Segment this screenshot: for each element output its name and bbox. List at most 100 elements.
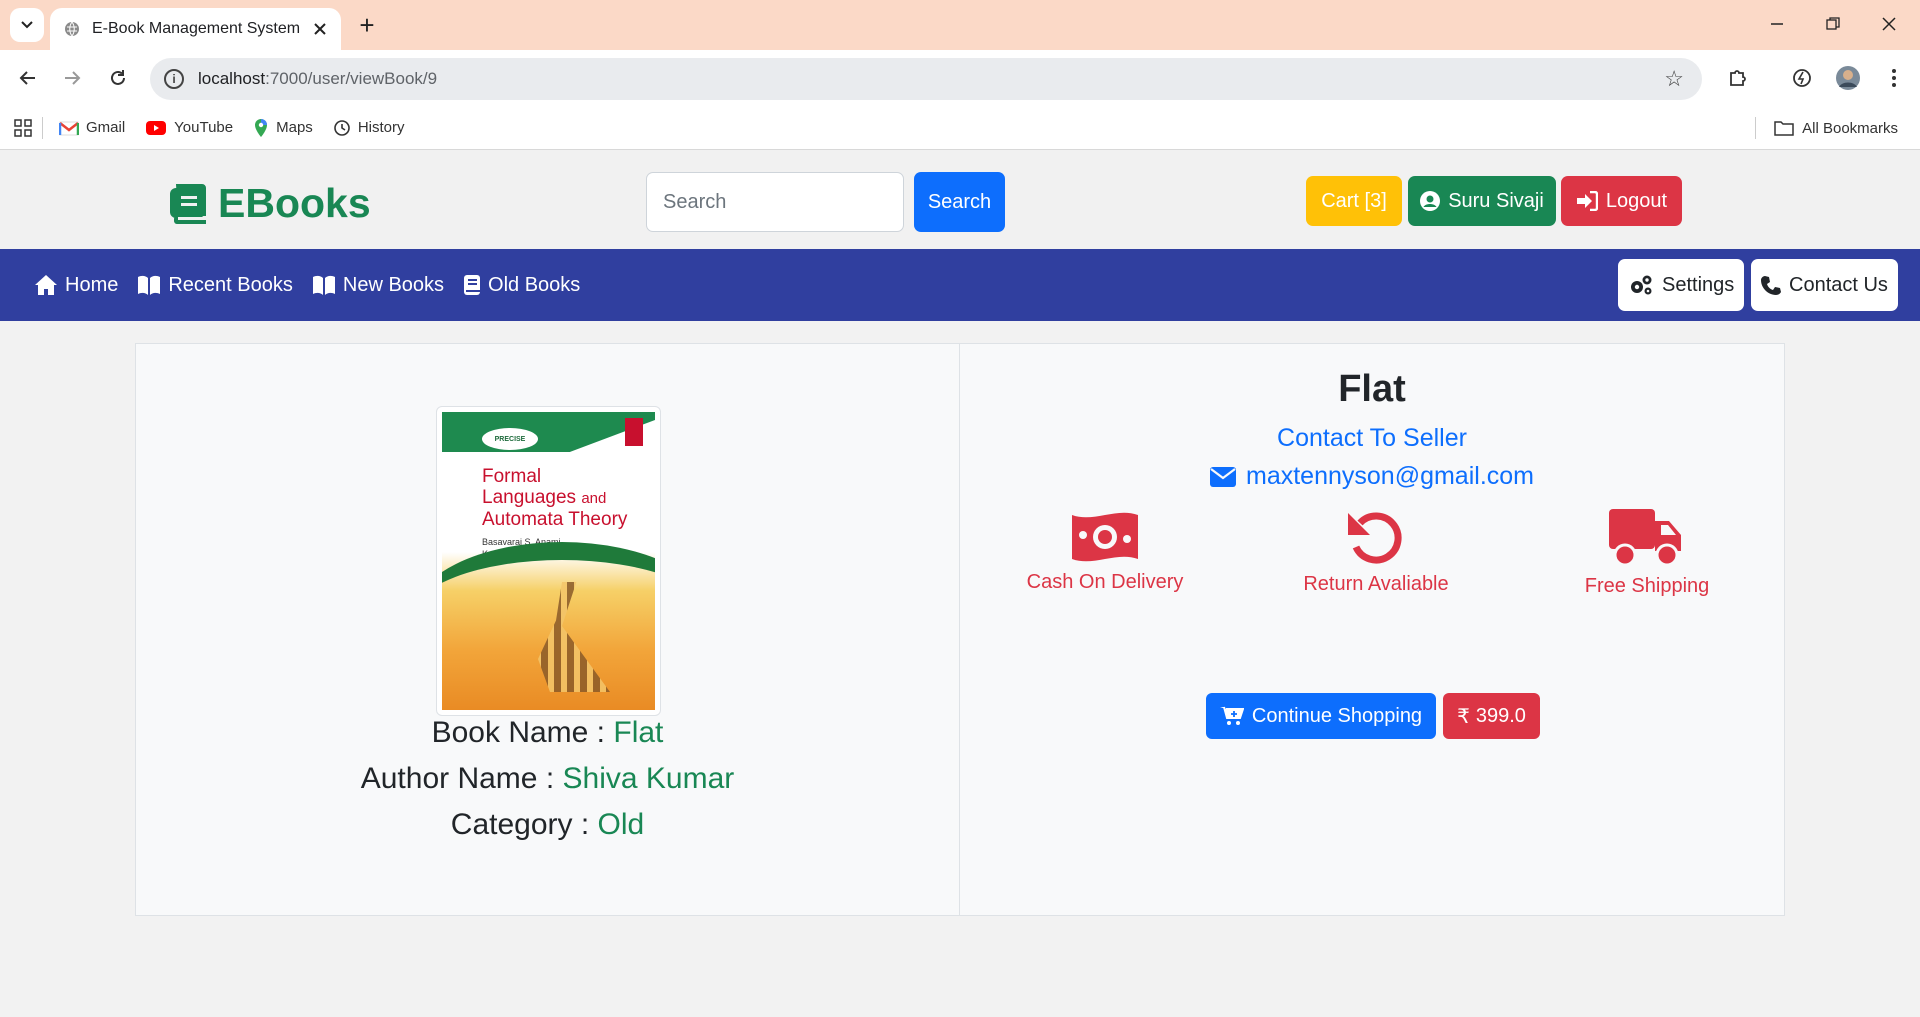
category-line: Category : Old [450, 808, 645, 841]
logout-button[interactable]: Logout [1561, 176, 1682, 226]
wiley-badge [625, 418, 643, 446]
search-input[interactable] [646, 172, 904, 232]
book-name-value: Flat [613, 716, 664, 749]
bookmark-gmail[interactable]: Gmail [59, 119, 125, 136]
cart-plus-icon [1219, 706, 1244, 725]
gmail-icon [59, 121, 79, 135]
site-logo[interactable]: EBooks [170, 180, 371, 227]
cover-art: PRECISE Formal Languages and Automata Theo… [442, 412, 655, 710]
extensions-button[interactable] [1724, 64, 1752, 92]
bookmark-star-icon[interactable]: ☆ [1664, 66, 1684, 92]
tab-title: E-Book Management System [92, 20, 301, 37]
avatar-icon [1836, 66, 1860, 90]
folder-icon [1774, 121, 1794, 136]
omnibox[interactable]: i localhost:7000/user/viewBook/9 ☆ [150, 58, 1702, 100]
history-icon [334, 119, 350, 136]
author-name-line: Author Name : Shiva Kumar [360, 762, 735, 795]
contact-us-button[interactable]: Contact Us [1751, 259, 1898, 311]
settings-button[interactable]: Settings [1618, 259, 1745, 311]
cover-band [442, 412, 655, 452]
feature-cash-on-delivery: Cash On Delivery [995, 509, 1215, 594]
globe-icon [65, 21, 79, 37]
speed-icon [1793, 69, 1811, 87]
maps-icon [255, 118, 268, 137]
book-info-panel: PRECISE Formal Languages and Automata Theo… [136, 344, 960, 915]
restore-button[interactable] [1806, 0, 1860, 48]
back-button[interactable] [14, 64, 42, 92]
feature-free-shipping: Free Shipping [1537, 509, 1757, 598]
puzzle-icon [1730, 70, 1746, 86]
author-name-value: Shiva Kumar [562, 762, 735, 795]
money-icon [1072, 512, 1138, 562]
undo-icon [1348, 512, 1402, 564]
bookmark-youtube[interactable]: YouTube [145, 119, 233, 136]
user-profile-button[interactable]: Suru Sivaji [1408, 176, 1556, 226]
site-header: EBooks Search Cart [3] Suru Sivaji Logou… [0, 150, 1920, 249]
apps-grid-icon[interactable] [14, 118, 32, 137]
sign-in-icon [1576, 191, 1598, 211]
divider [1755, 117, 1757, 139]
detail-title: Flat [1338, 368, 1406, 410]
phone-icon [1761, 276, 1781, 295]
more-vertical-icon [1892, 69, 1896, 87]
envelope-icon [1210, 466, 1236, 487]
publisher-logo: PRECISE [482, 428, 538, 450]
nav-recent-books[interactable]: Recent Books [137, 274, 293, 297]
logo-text: EBooks [218, 180, 371, 226]
url-text[interactable]: localhost:7000/user/viewBook/9 [198, 69, 437, 89]
tab-search-button[interactable] [10, 8, 44, 42]
restore-icon [1826, 17, 1840, 30]
bookmarks-bar: Gmail YouTube Maps History All Bookmarks [0, 106, 1920, 150]
reload-icon [111, 70, 125, 85]
book-cover-image: PRECISE Formal Languages and Automata Theo… [436, 406, 661, 716]
bookmark-history[interactable]: History [333, 119, 404, 137]
site-info-icon[interactable]: i [164, 69, 184, 89]
home-icon [35, 275, 57, 295]
book-open-icon [312, 275, 335, 295]
nav-new-books[interactable]: New Books [312, 274, 444, 297]
continue-shopping-button[interactable]: Continue Shopping [1206, 693, 1436, 739]
close-window-button[interactable] [1862, 0, 1916, 48]
minimize-icon [1771, 23, 1783, 25]
seller-panel: Flat Contact To Seller maxtennyson@gmail… [960, 344, 1784, 915]
profile-avatar[interactable] [1834, 64, 1862, 92]
new-tab-button[interactable]: + [354, 10, 380, 40]
arrow-left-icon [19, 71, 35, 85]
all-bookmarks-button[interactable]: All Bookmarks [1755, 106, 1898, 150]
close-icon [1882, 17, 1896, 31]
address-bar-row: i localhost:7000/user/viewBook/9 ☆ [0, 50, 1920, 106]
minimize-button[interactable] [1750, 0, 1804, 48]
bookmark-maps[interactable]: Maps [253, 118, 313, 138]
bookmarks-divider [42, 116, 43, 139]
browser-tab[interactable]: E-Book Management System [50, 8, 341, 50]
book-detail-card: PRECISE Formal Languages and Automata Theo… [135, 343, 1785, 916]
search-button[interactable]: Search [914, 172, 1005, 232]
rupee-icon: ₹ [1457, 705, 1470, 728]
price-button[interactable]: ₹ 399.0 [1443, 693, 1540, 739]
book-open-icon [138, 275, 161, 295]
book-logo-icon [170, 183, 206, 224]
arrow-right-icon [65, 71, 81, 85]
reload-button[interactable] [104, 64, 132, 92]
feature-return-available: Return Avaliable [1266, 509, 1486, 596]
contact-seller-heading: Contact To Seller [1277, 424, 1467, 452]
seller-email[interactable]: maxtennyson@gmail.com [960, 462, 1784, 491]
truck-icon [1609, 509, 1681, 567]
cart-button[interactable]: Cart [3] [1306, 176, 1402, 226]
gears-icon [1631, 275, 1652, 295]
chevron-down-icon [21, 21, 33, 29]
user-circle-icon [1420, 191, 1441, 211]
forward-button[interactable] [58, 64, 86, 92]
browser-tab-strip: E-Book Management System + [0, 0, 1920, 50]
youtube-icon [146, 120, 167, 135]
cover-title: Formal Languages and Automata Theory [482, 466, 628, 530]
book-icon [464, 275, 481, 295]
category-value: Old [597, 808, 645, 841]
performance-button[interactable] [1788, 64, 1816, 92]
main-navbar: Home Recent Books New Books Old Books Se… [0, 249, 1920, 321]
book-name-line: Book Name : Flat [431, 716, 664, 749]
nav-home[interactable]: Home [34, 274, 118, 297]
nav-old-books[interactable]: Old Books [463, 274, 580, 297]
browser-menu-button[interactable] [1880, 64, 1908, 92]
close-tab-icon[interactable] [313, 22, 327, 36]
